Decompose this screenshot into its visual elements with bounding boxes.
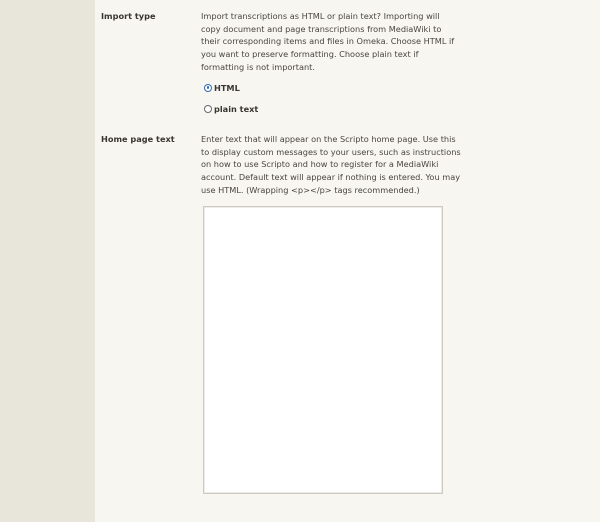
home-page-text-label: Home page text	[101, 134, 175, 144]
import-type-label: Import type	[101, 11, 156, 21]
home-page-textarea[interactable]	[203, 206, 443, 494]
import-type-inputs: Import transcriptions as HTML or plain t…	[201, 10, 461, 122]
settings-form: Import type Import transcriptions as HTM…	[95, 0, 600, 522]
radio-plain-text[interactable]	[204, 104, 212, 113]
import-type-radio-group: HTML plain text	[201, 80, 461, 117]
import-type-explanation: Import transcriptions as HTML or plain t…	[201, 11, 455, 72]
home-page-text-explanation: Enter text that will appear on the Scrip…	[201, 134, 461, 195]
left-gutter	[0, 0, 95, 522]
home-page-text-inputs: Enter text that will appear on the Scrip…	[201, 133, 461, 197]
radio-html-label: HTML	[214, 82, 240, 93]
import-type-html-option[interactable]: HTML	[204, 80, 461, 96]
radio-plain-text-label: plain text	[214, 103, 259, 114]
import-type-plain-text-option[interactable]: plain text	[204, 101, 461, 117]
radio-html[interactable]	[204, 83, 212, 92]
